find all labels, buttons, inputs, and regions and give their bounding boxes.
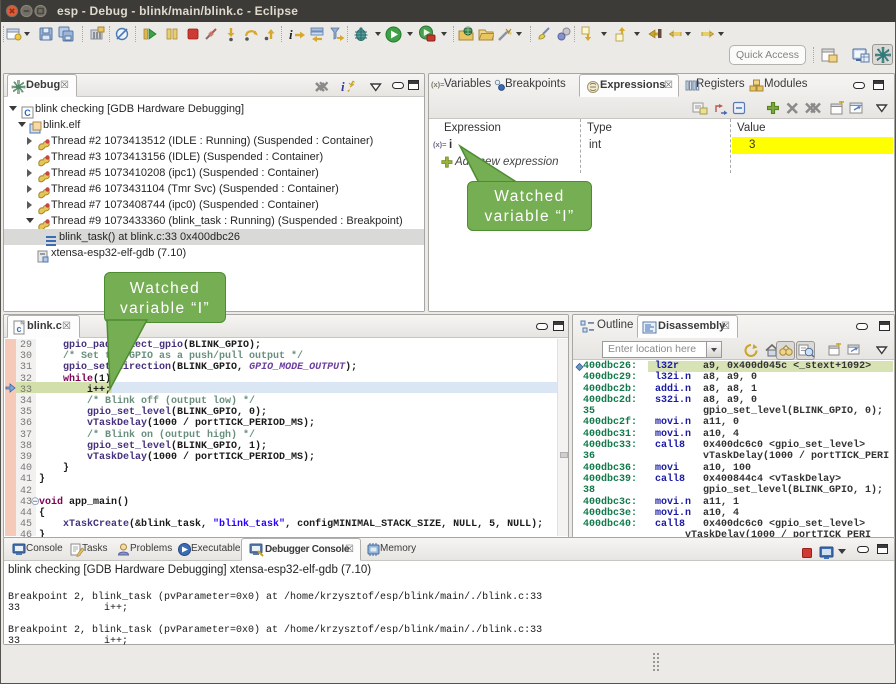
svg-text:i: i <box>341 79 345 94</box>
svg-text:c: c <box>16 324 21 334</box>
svg-text:i: i <box>289 27 293 42</box>
